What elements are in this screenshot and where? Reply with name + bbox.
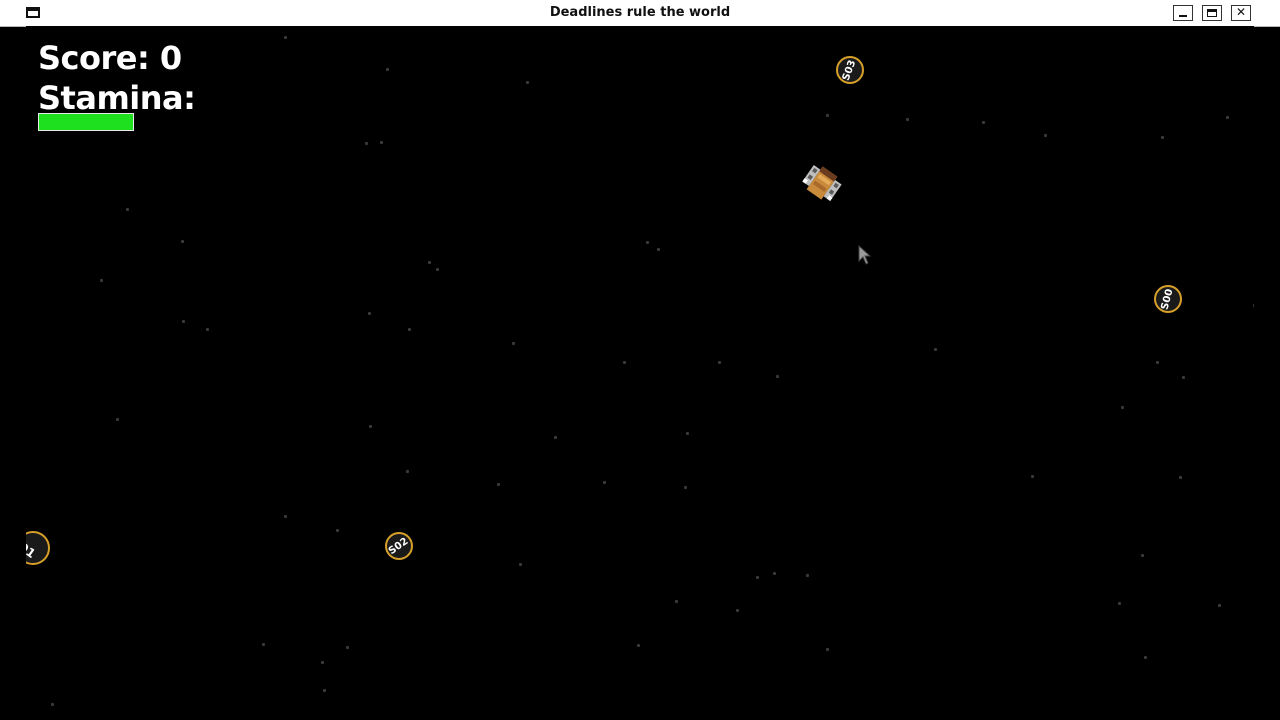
stamina-bar-fill bbox=[39, 114, 133, 130]
background-star bbox=[408, 328, 411, 331]
background-star bbox=[934, 348, 937, 351]
room-marker-s01[interactable]: S01 bbox=[26, 531, 50, 565]
background-star bbox=[369, 425, 372, 428]
background-star bbox=[623, 361, 626, 364]
background-star bbox=[1218, 604, 1221, 607]
background-star bbox=[380, 141, 383, 144]
background-star bbox=[756, 576, 759, 579]
score-label: Score: 0 bbox=[38, 39, 182, 77]
close-button[interactable]: ✕ bbox=[1231, 5, 1251, 21]
background-star bbox=[1121, 406, 1124, 409]
screen: Deadlines rule the world ✕ Score: 0 Stam… bbox=[0, 0, 1280, 720]
room-marker-label: S02 bbox=[387, 535, 411, 557]
background-star bbox=[406, 470, 409, 473]
background-star bbox=[1179, 476, 1182, 479]
background-star bbox=[526, 81, 529, 84]
room-marker-label: S01 bbox=[26, 534, 39, 562]
background-star bbox=[982, 121, 985, 124]
background-star bbox=[1226, 116, 1229, 119]
room-marker-s02[interactable]: S02 bbox=[385, 532, 413, 560]
background-star bbox=[436, 268, 439, 271]
player-ship-sprite bbox=[802, 165, 842, 201]
background-star bbox=[686, 432, 689, 435]
background-star bbox=[603, 481, 606, 484]
background-star bbox=[657, 248, 660, 251]
background-star bbox=[346, 646, 349, 649]
stamina-label: Stamina: bbox=[38, 79, 196, 117]
background-star bbox=[336, 529, 339, 532]
background-star bbox=[826, 114, 829, 117]
background-star bbox=[182, 320, 185, 323]
background-star bbox=[323, 689, 326, 692]
background-star bbox=[428, 261, 431, 264]
background-star bbox=[116, 418, 119, 421]
background-star bbox=[126, 208, 129, 211]
background-star bbox=[386, 68, 389, 71]
background-star bbox=[675, 600, 678, 603]
background-star bbox=[512, 342, 515, 345]
background-star bbox=[637, 644, 640, 647]
background-star bbox=[321, 661, 324, 664]
room-marker-s00[interactable]: S00 bbox=[1154, 285, 1182, 313]
game-canvas[interactable]: Score: 0 Stamina: S03 S00 S02 S01 bbox=[26, 26, 1254, 714]
background-star bbox=[554, 436, 557, 439]
background-star bbox=[806, 574, 809, 577]
background-star bbox=[1141, 554, 1144, 557]
background-star bbox=[1118, 602, 1121, 605]
background-star bbox=[684, 486, 687, 489]
background-star bbox=[206, 328, 209, 331]
background-star bbox=[776, 375, 779, 378]
background-star bbox=[736, 609, 739, 612]
maximize-button[interactable] bbox=[1202, 5, 1222, 21]
background-star bbox=[1156, 361, 1159, 364]
window-titlebar[interactable]: Deadlines rule the world ✕ bbox=[0, 0, 1280, 27]
background-star bbox=[718, 361, 721, 364]
background-star bbox=[1144, 656, 1147, 659]
background-star bbox=[368, 312, 371, 315]
background-star bbox=[1161, 136, 1164, 139]
background-star bbox=[262, 643, 265, 646]
window-title: Deadlines rule the world bbox=[549, 5, 731, 20]
maximize-icon bbox=[1207, 9, 1217, 17]
background-star bbox=[773, 572, 776, 575]
close-icon: ✕ bbox=[1235, 5, 1247, 19]
background-star bbox=[519, 563, 522, 566]
background-star bbox=[284, 36, 287, 39]
minimize-icon bbox=[1179, 15, 1187, 17]
background-star bbox=[284, 515, 287, 518]
background-star bbox=[1044, 134, 1047, 137]
background-star bbox=[1182, 376, 1185, 379]
room-marker-label: S03 bbox=[841, 58, 859, 82]
background-star bbox=[646, 241, 649, 244]
background-star bbox=[906, 118, 909, 121]
background-star bbox=[1031, 475, 1034, 478]
background-star bbox=[365, 142, 368, 145]
room-marker-s03[interactable]: S03 bbox=[836, 56, 864, 84]
background-star bbox=[497, 483, 500, 486]
minimize-button[interactable] bbox=[1173, 5, 1193, 21]
background-star bbox=[1253, 304, 1254, 307]
stamina-bar bbox=[38, 113, 134, 131]
background-star bbox=[826, 648, 829, 651]
room-marker-label: S00 bbox=[1159, 287, 1177, 311]
background-star bbox=[51, 703, 54, 706]
background-star bbox=[100, 279, 103, 282]
mouse-cursor-icon bbox=[858, 245, 872, 265]
background-star bbox=[181, 240, 184, 243]
